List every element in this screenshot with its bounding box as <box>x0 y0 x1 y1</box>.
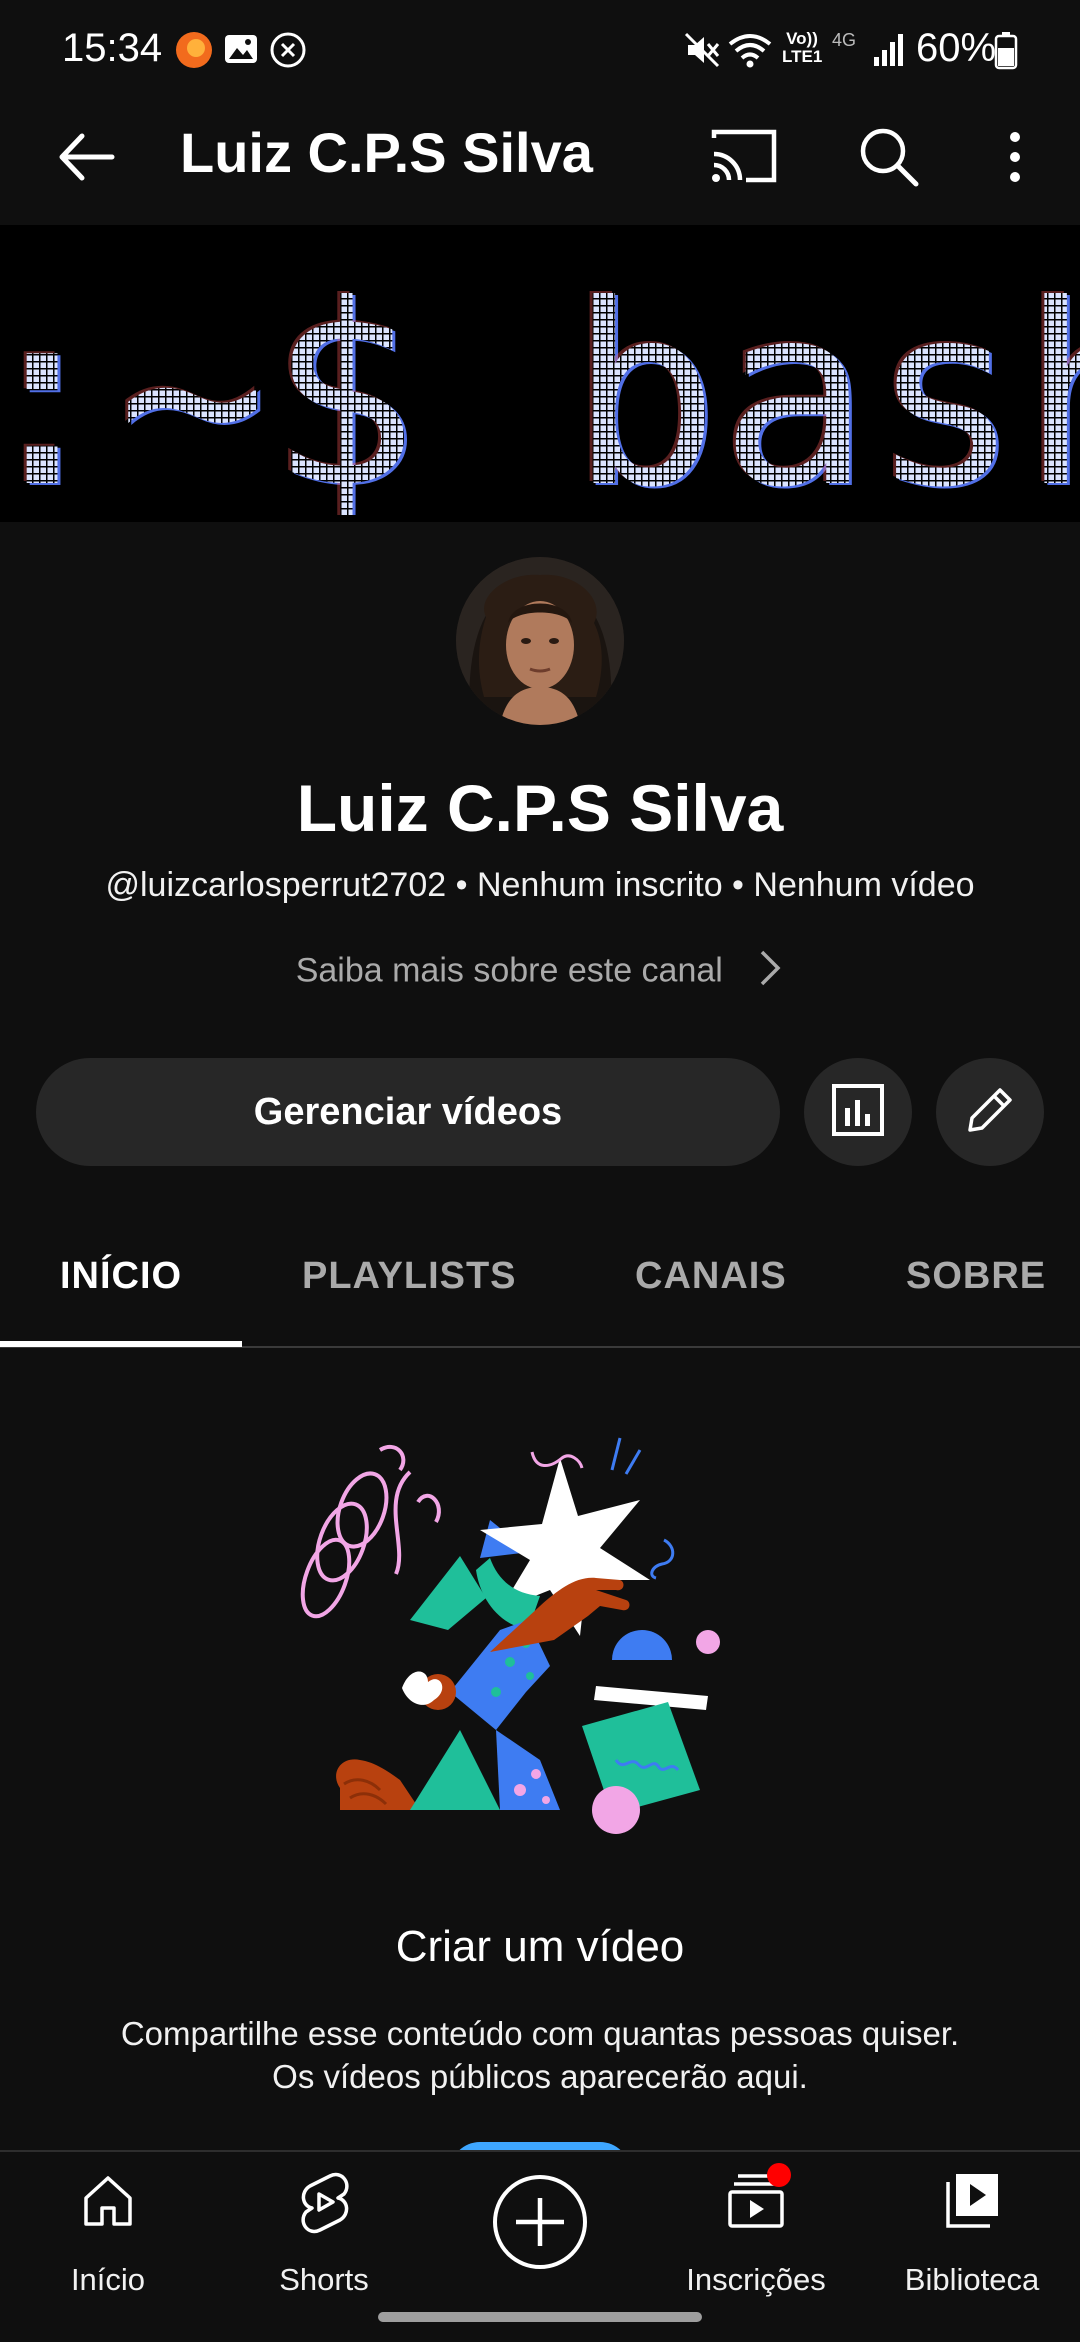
app-notification-icon <box>174 30 214 75</box>
chevron-right-icon <box>756 948 784 997</box>
tab-inicio[interactable]: INÍCIO <box>60 1255 182 1298</box>
wifi-icon <box>726 30 774 75</box>
edit-pencil-icon <box>960 1080 1020 1145</box>
gesture-home-indicator <box>378 2312 702 2322</box>
tab-playlists[interactable]: PLAYLISTS <box>302 1255 517 1298</box>
svg-text::~$ bash_: :~$ bash_ <box>0 251 1080 515</box>
mute-icon <box>682 30 722 75</box>
search-icon[interactable] <box>850 118 930 198</box>
nav-shorts-label: Shorts <box>279 2262 369 2297</box>
page-title: Luiz C.P.S Silva <box>180 121 593 184</box>
volte-label: Vo)) LTE1 <box>782 29 823 66</box>
manage-videos-button[interactable]: Gerenciar vídeos <box>36 1058 780 1166</box>
analytics-icon <box>830 1082 886 1143</box>
home-icon <box>84 2176 132 2226</box>
analytics-button[interactable] <box>804 1058 912 1166</box>
nav-home-label: Início <box>70 2262 146 2297</box>
more-about-label: Saiba mais sobre este canal <box>295 951 723 990</box>
channel-avatar[interactable] <box>456 557 624 725</box>
create-plus-icon[interactable] <box>490 2172 590 2272</box>
channel-banner: :~$ bash_ :~$ bash_ :~$ bash_ <box>0 225 1080 522</box>
empty-state-description: Compartilhe esse conteúdo com quantas pe… <box>0 2012 1080 2098</box>
empty-state-description-line2: Os vídeos públicos aparecerão aqui. <box>272 2058 808 2095</box>
x-notification-icon <box>268 30 308 75</box>
shorts-icon <box>301 2172 349 2234</box>
empty-state-title: Criar um vídeo <box>395 1922 685 1971</box>
tab-selected-indicator <box>0 1341 242 1347</box>
channel-meta: @luizcarlosperrut2702 • Nenhum inscrito … <box>105 866 975 904</box>
create-video-illustration <box>300 1437 720 1834</box>
channel-name: Luiz C.P.S Silva <box>296 771 784 845</box>
library-icon <box>946 2174 998 2228</box>
status-time: 15:34 <box>62 26 163 70</box>
nav-subscriptions-label: Inscrições <box>686 2262 826 2297</box>
more-about-link[interactable]: Saiba mais sobre este canal <box>0 948 1080 997</box>
network-type-label: 4G <box>832 30 857 50</box>
battery-percent: 60% <box>916 26 997 70</box>
empty-state-description-line1: Compartilhe esse conteúdo com quantas pe… <box>120 2015 960 2052</box>
cast-icon[interactable] <box>706 120 782 196</box>
battery-icon <box>994 32 1018 75</box>
tab-canais[interactable]: CANAIS <box>635 1255 787 1298</box>
nav-library-label: Biblioteca <box>904 2262 1040 2297</box>
notification-dot <box>767 2163 791 2187</box>
back-arrow-icon[interactable] <box>52 122 122 192</box>
gallery-notification-icon <box>222 30 260 73</box>
signal-icon <box>872 30 906 75</box>
status-bar: 15:34 Vo)) LTE1 4G 60% <box>0 0 1080 100</box>
tab-sobre[interactable]: SOBRE <box>906 1255 1046 1298</box>
banner-terminal-text: :~$ bash_ :~$ bash_ :~$ bash_ <box>0 249 1080 515</box>
more-vert-icon[interactable] <box>990 118 1040 198</box>
edit-channel-button[interactable] <box>936 1058 1044 1166</box>
